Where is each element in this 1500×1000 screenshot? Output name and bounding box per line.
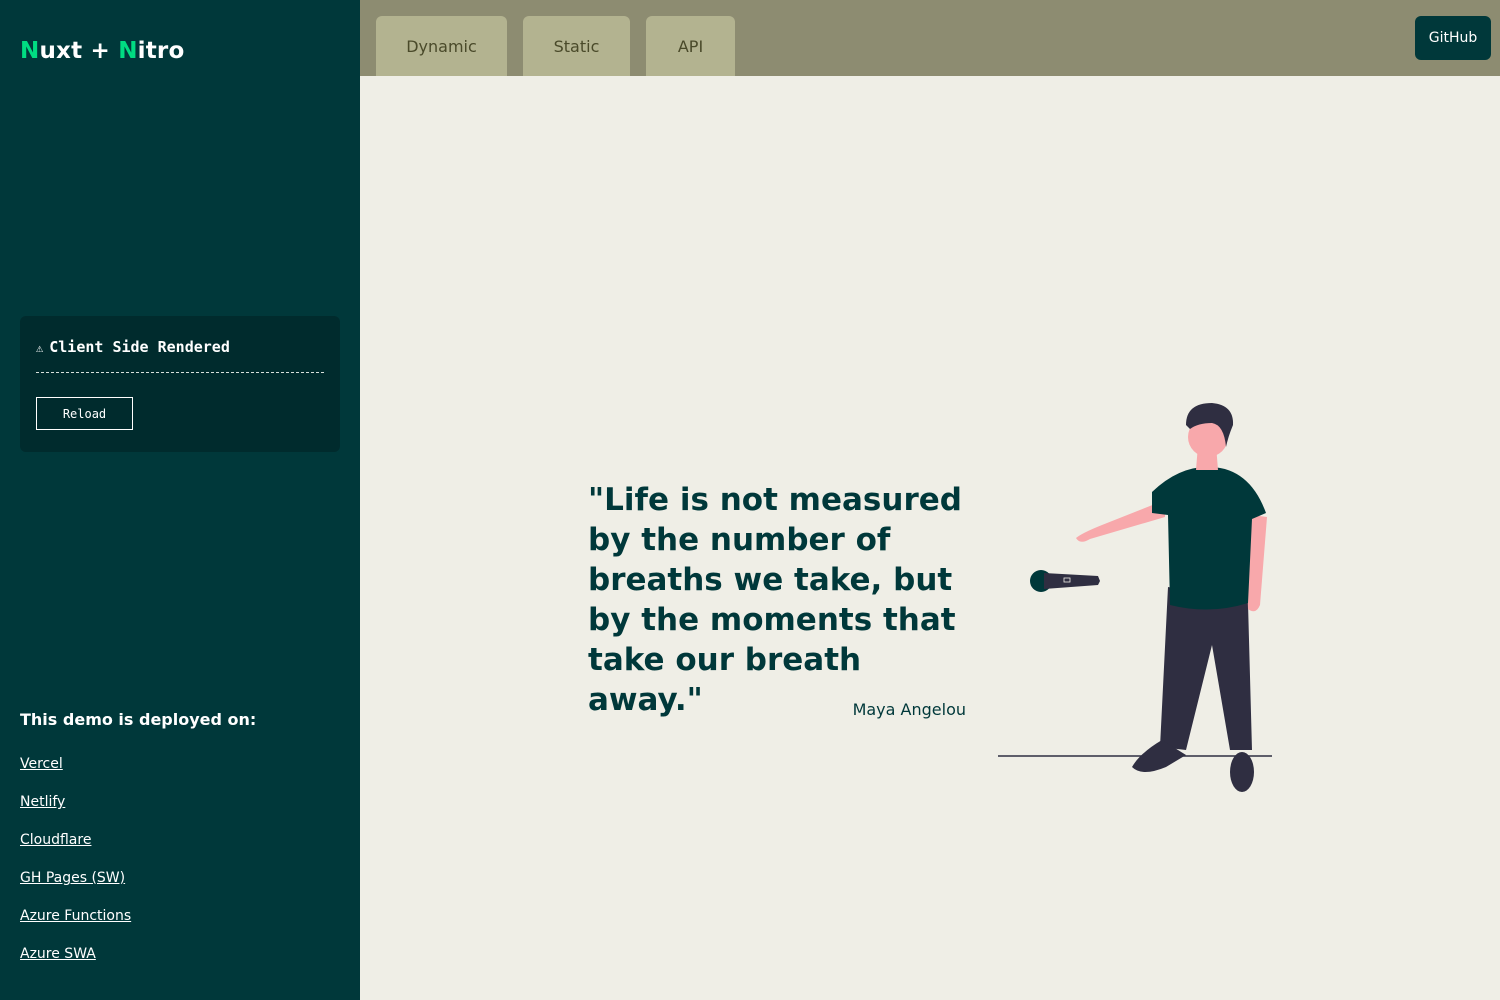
tab-static[interactable]: Static <box>523 16 630 76</box>
sidebar: Nuxt + Nitro ⚠ Client Side Rendered Reloa… <box>0 0 360 1000</box>
warning-icon: ⚠ <box>36 341 44 355</box>
logo-nitro-rest: itro <box>137 38 185 64</box>
deploy-link-gh-pages[interactable]: GH Pages (SW) <box>20 870 131 908</box>
logo-plus: + <box>90 38 110 64</box>
quote-author: Maya Angelou <box>852 700 966 719</box>
logo-n2-accent: N <box>118 38 138 64</box>
logo-nuxt-rest: uxt <box>39 38 83 64</box>
render-mode-title: ⚠ Client Side Rendered <box>36 338 324 373</box>
render-mode-panel: ⚠ Client Side Rendered Reload <box>20 316 340 452</box>
deploy-links-list: Vercel Netlify Cloudflare GH Pages (SW) … <box>20 756 131 984</box>
site-logo[interactable]: Nuxt + Nitro <box>20 38 184 64</box>
reload-button[interactable]: Reload <box>36 397 133 430</box>
logo-n-accent: N <box>20 38 40 64</box>
deploy-link-netlify[interactable]: Netlify <box>20 794 131 832</box>
tab-api[interactable]: API <box>646 16 735 76</box>
mic-drop-illustration <box>998 403 1272 792</box>
tab-dynamic[interactable]: Dynamic <box>376 16 507 76</box>
top-bar: Dynamic Static API GitHub <box>360 0 1500 76</box>
deployed-heading: This demo is deployed on: <box>20 710 257 729</box>
deploy-link-azure-swa[interactable]: Azure SWA <box>20 946 131 984</box>
github-button[interactable]: GitHub <box>1415 16 1491 60</box>
quote-text: "Life is not measured by the number of b… <box>588 482 962 718</box>
deploy-link-cloudflare[interactable]: Cloudflare <box>20 832 131 870</box>
deploy-link-vercel[interactable]: Vercel <box>20 756 131 794</box>
deploy-link-azure-functions[interactable]: Azure Functions <box>20 908 131 946</box>
render-mode-label: Client Side Rendered <box>49 338 230 356</box>
